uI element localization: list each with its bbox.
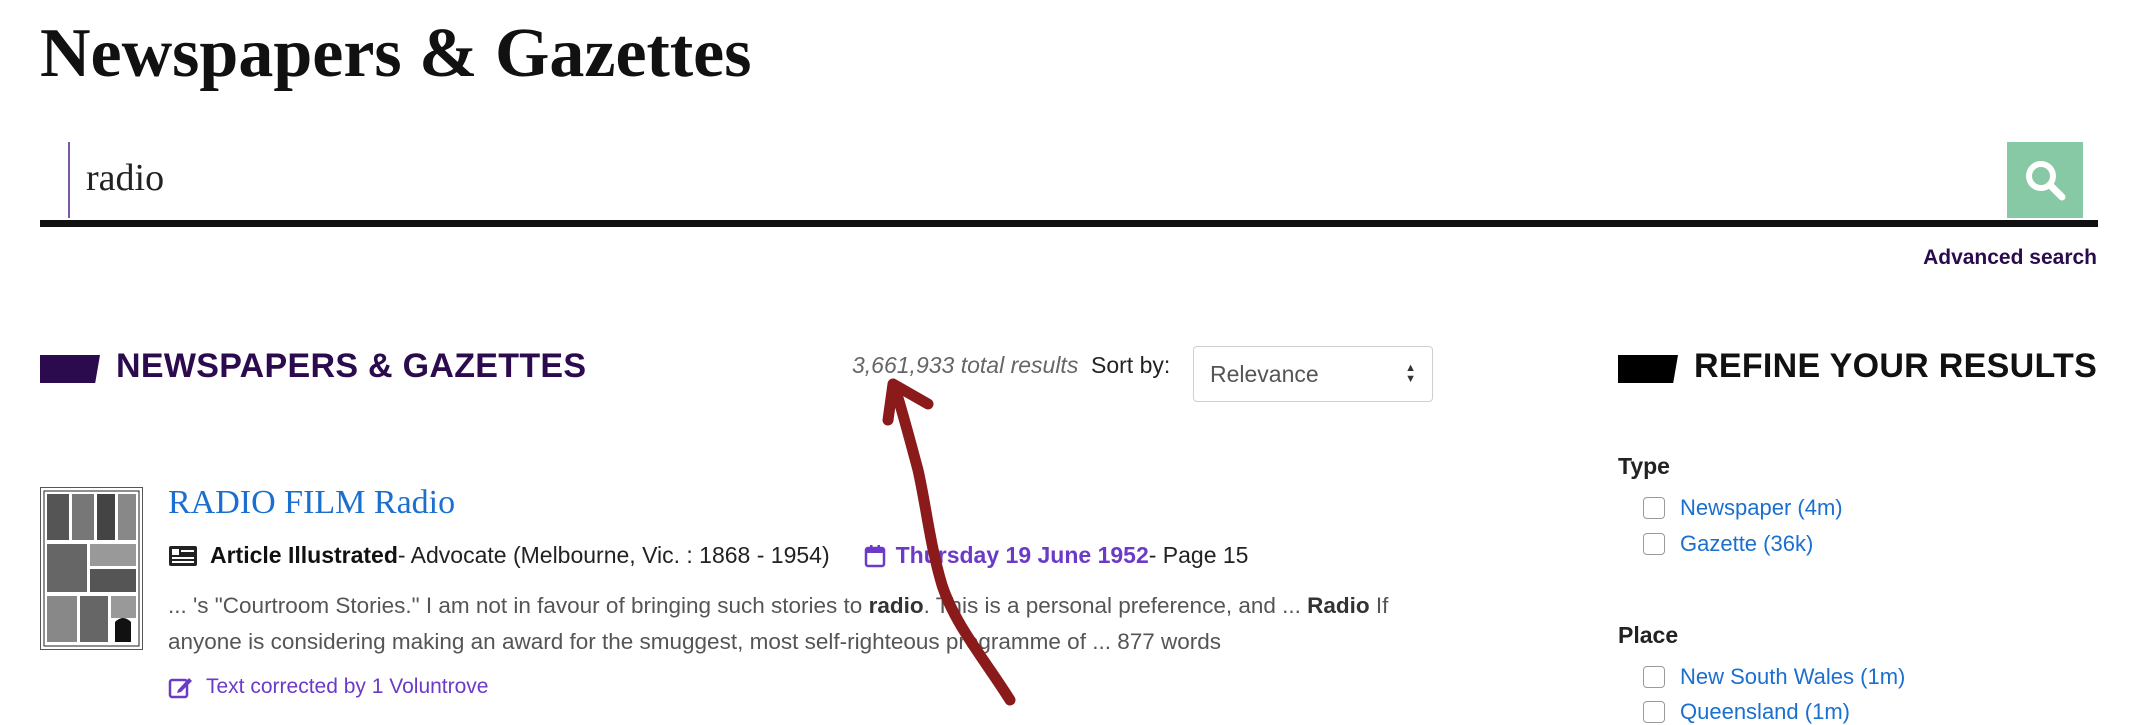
text-cursor	[68, 142, 70, 218]
article-icon	[169, 545, 197, 566]
snippet-highlight: Radio	[1307, 593, 1370, 618]
facet-option-newspaper[interactable]: Newspaper (4m)	[1643, 495, 1843, 521]
facet-option-queensland[interactable]: Queensland (1m)	[1643, 699, 1850, 725]
checkbox[interactable]	[1643, 701, 1665, 723]
correction-note[interactable]: Text corrected by 1 Voluntrove	[168, 675, 489, 699]
section-marker	[1618, 355, 1678, 383]
facet-option-gazette[interactable]: Gazette (36k)	[1643, 531, 1813, 557]
search-input[interactable]	[86, 148, 1986, 208]
page-title: Newspapers & Gazettes	[40, 15, 752, 92]
snippet-highlight: radio	[868, 593, 924, 618]
facet-option-nsw[interactable]: New South Wales (1m)	[1643, 664, 1905, 690]
date-link[interactable]: Thursday 19 June 1952	[896, 542, 1149, 569]
facet-label[interactable]: Queensland (1m)	[1680, 699, 1850, 725]
total-results: 3,661,933 total results	[852, 352, 1079, 378]
page-reference: - Page 15	[1148, 542, 1249, 568]
result-meta: Article Illustrated - Advocate (Melbourn…	[168, 542, 1248, 569]
correction-text[interactable]: Text corrected by 1 Voluntrove	[206, 675, 489, 699]
calendar-icon	[864, 544, 885, 567]
facet-label[interactable]: Gazette (36k)	[1680, 531, 1813, 557]
results-heading: NEWSPAPERS & GAZETTES	[116, 347, 587, 385]
search-icon	[2026, 161, 2066, 201]
article-type: Article Illustrated	[210, 542, 398, 568]
select-arrows-icon: ▲ ▼	[1405, 362, 1416, 385]
publication-name: - Advocate (Melbourne, Vic. : 1868 - 195…	[397, 542, 830, 568]
result-snippet: ... 's "Courtroom Stories." I am not in …	[168, 588, 1398, 660]
snippet-text: ... 's "Courtroom Stories." I am not in …	[168, 593, 869, 618]
newspaper-page-thumbnail	[43, 490, 140, 647]
refine-heading: REFINE YOUR RESULTS	[1694, 347, 2098, 385]
snippet-text: . This is a personal preference, and ...	[923, 593, 1308, 618]
edit-icon	[168, 678, 192, 699]
facet-title-type: Type	[1618, 453, 1670, 479]
sort-label: Sort by:	[1091, 352, 1171, 378]
facet-label[interactable]: Newspaper (4m)	[1680, 495, 1843, 521]
section-marker	[40, 355, 100, 383]
advanced-search-link[interactable]: Advanced search	[1923, 246, 2097, 270]
search-bar	[40, 138, 2098, 227]
facet-label[interactable]: New South Wales (1m)	[1680, 664, 1905, 690]
result-title-link[interactable]: RADIO FILM Radio	[168, 484, 455, 522]
checkbox[interactable]	[1643, 533, 1665, 555]
result-thumbnail[interactable]	[40, 487, 143, 650]
sort-select[interactable]: Relevance ▲ ▼	[1193, 346, 1433, 402]
facet-title-place: Place	[1618, 622, 1679, 648]
search-button[interactable]	[2007, 142, 2083, 218]
checkbox[interactable]	[1643, 666, 1665, 688]
sort-value: Relevance	[1210, 360, 1319, 387]
checkbox[interactable]	[1643, 497, 1665, 519]
